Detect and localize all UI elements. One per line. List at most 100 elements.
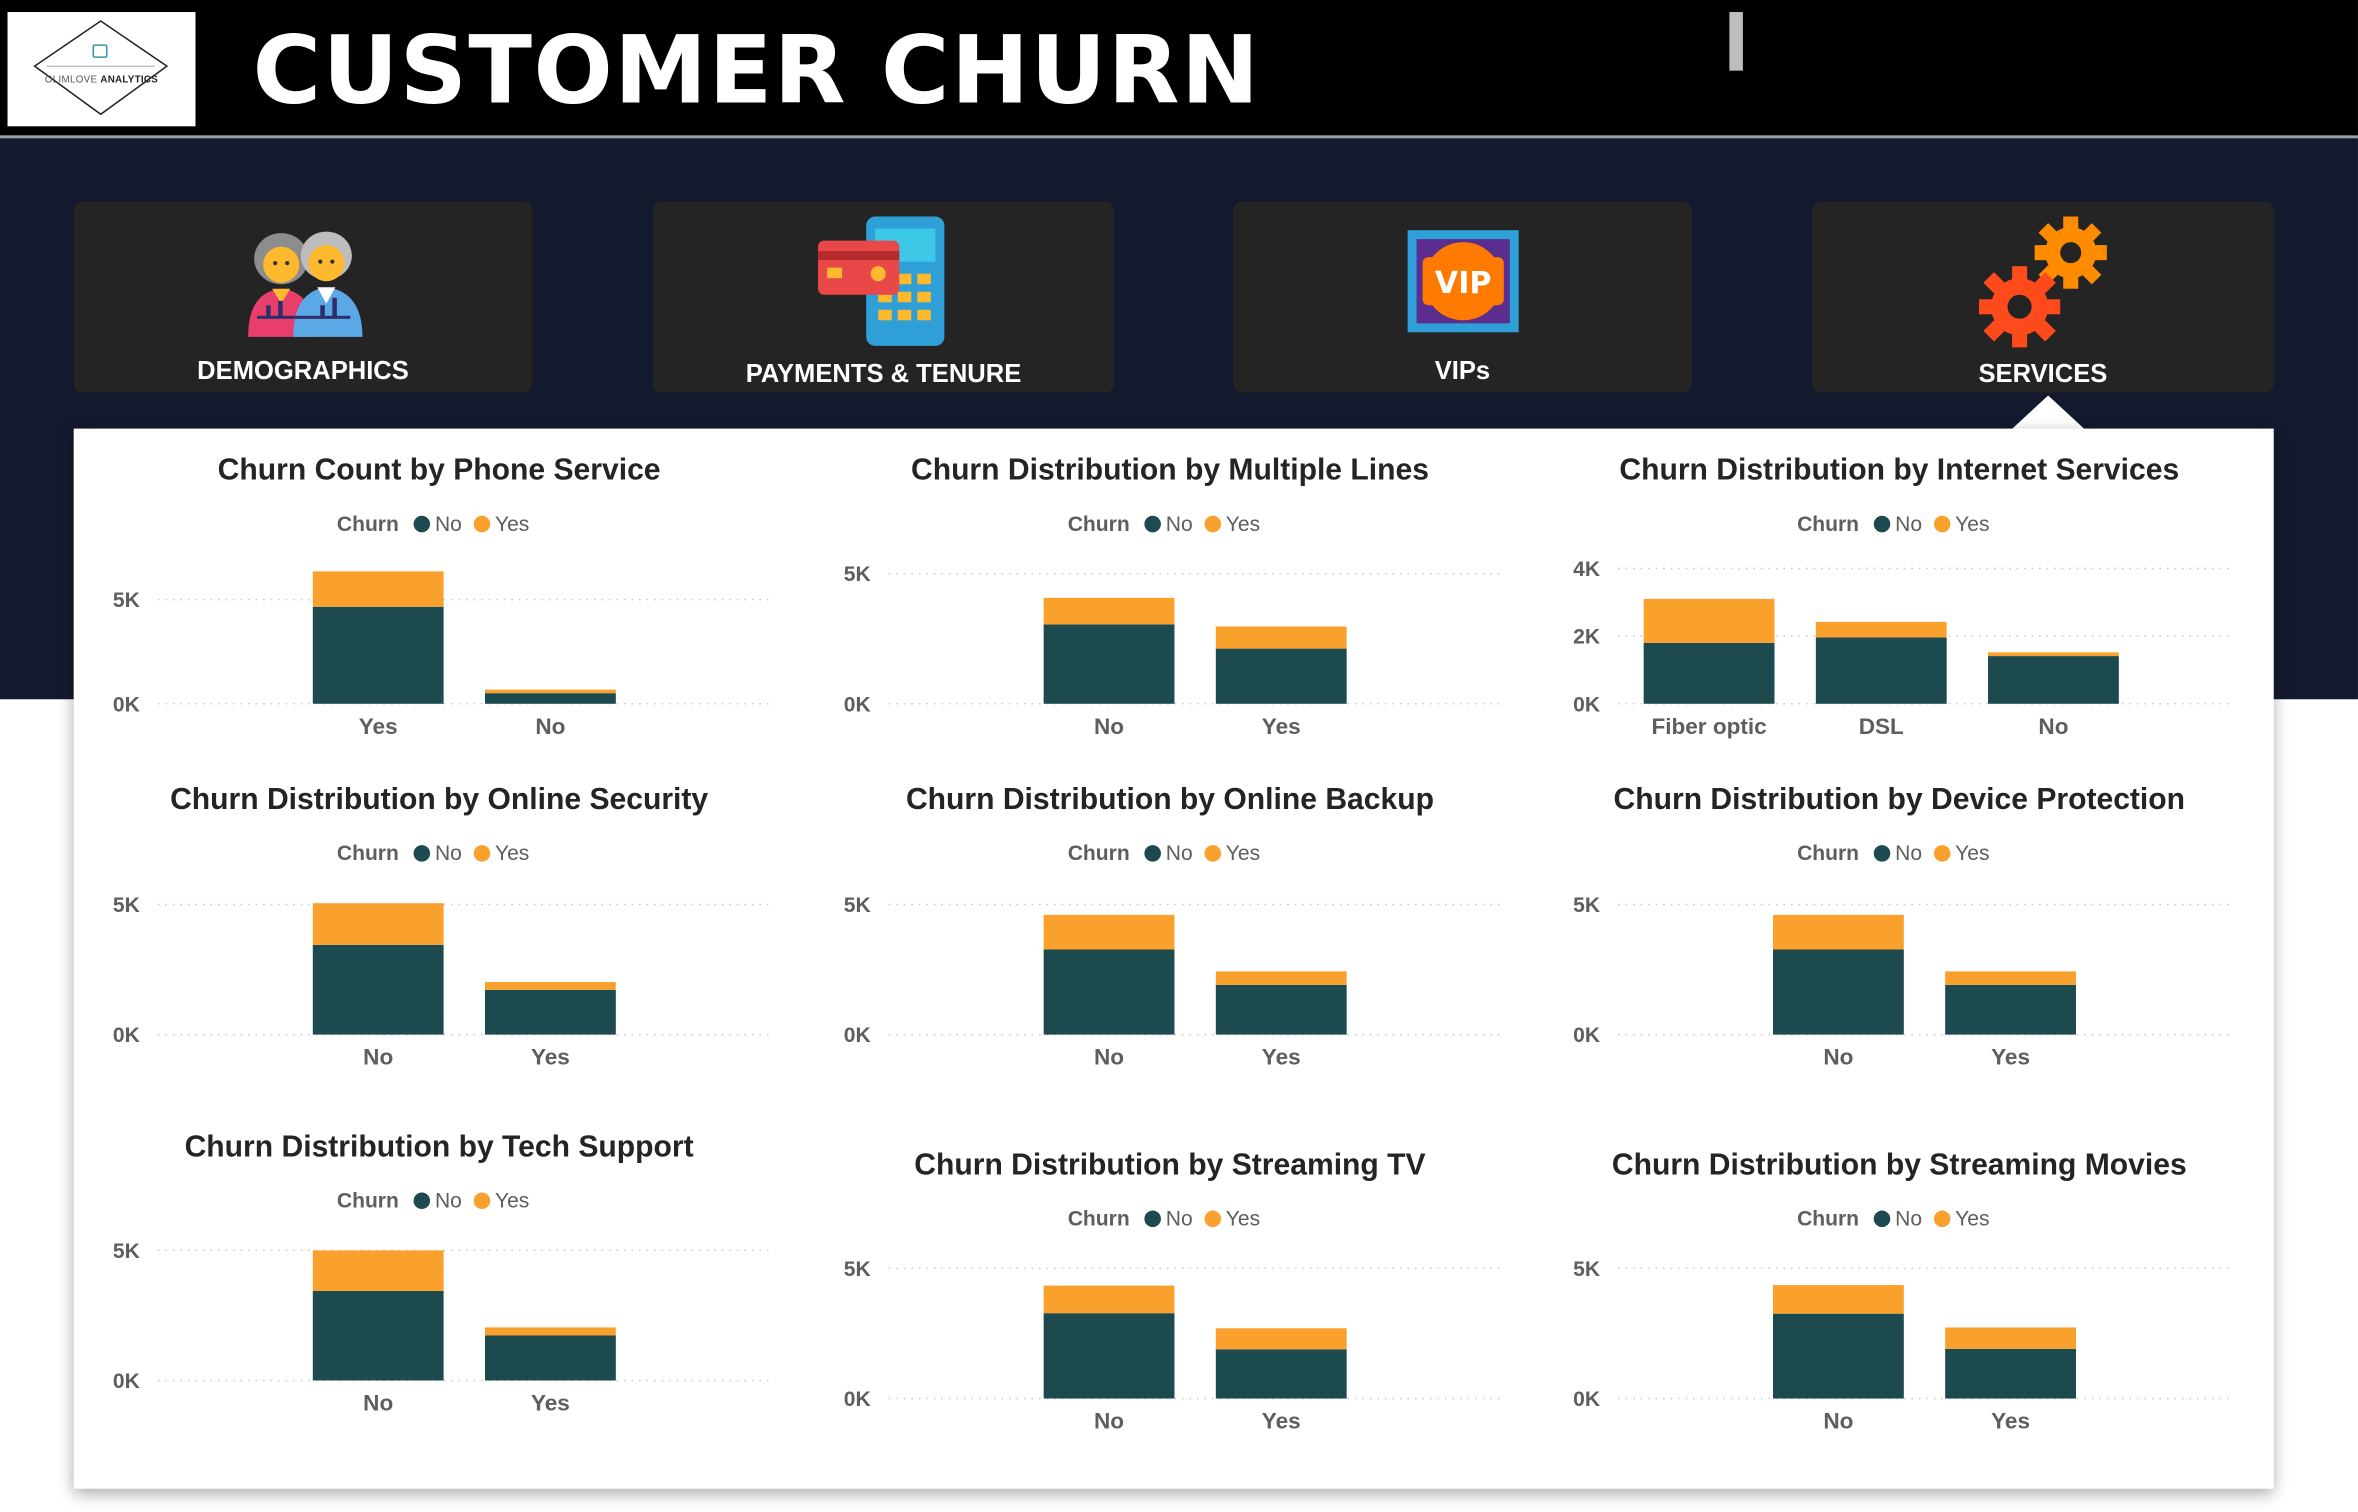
x-category-label: Yes bbox=[1262, 714, 1301, 739]
legend-title: Churn bbox=[336, 1188, 399, 1213]
bar-segment-no[interactable] bbox=[1215, 648, 1347, 704]
bar-segment-no[interactable] bbox=[312, 944, 444, 1035]
chart-plot: 0K 5K No Yes bbox=[844, 894, 1503, 1070]
bar-segment-yes[interactable] bbox=[1043, 597, 1175, 625]
toggle-handle[interactable] bbox=[1729, 12, 1743, 71]
legend-title: Churn bbox=[1797, 511, 1860, 536]
bar-segment-no[interactable] bbox=[312, 1290, 444, 1381]
bar-segment-no[interactable] bbox=[312, 606, 444, 704]
bar-segment-no[interactable] bbox=[1945, 984, 2076, 1035]
bar-segment-yes[interactable] bbox=[1215, 1328, 1347, 1350]
bar-segment-yes[interactable] bbox=[484, 689, 616, 694]
bar-segment-yes[interactable] bbox=[312, 903, 444, 945]
dashboard-canvas: OLIMLOVE ANALYTICS CUSTOMER CHURN DEMOGR… bbox=[0, 0, 2358, 1512]
bar-segment-no[interactable] bbox=[1772, 949, 1904, 1035]
bar-segment-no[interactable] bbox=[484, 693, 616, 704]
bar-segment-no[interactable] bbox=[1043, 949, 1175, 1035]
bar-segment-no[interactable] bbox=[1988, 656, 2119, 704]
chart-legend: Churn No Yes bbox=[805, 1206, 1536, 1230]
bar-segment-no[interactable] bbox=[1215, 984, 1347, 1035]
chart-plot: 0K 5K No Yes bbox=[1573, 894, 2232, 1070]
bar-segment-yes[interactable] bbox=[1945, 971, 2076, 985]
logo-text: OLIMLOVE ANALYTICS bbox=[44, 75, 159, 86]
legend-item-no[interactable]: No bbox=[413, 1188, 462, 1212]
bar-segment-no[interactable] bbox=[1215, 1349, 1347, 1399]
x-category-label: No bbox=[1094, 714, 1124, 739]
legend-title: Churn bbox=[1797, 840, 1860, 865]
bar-segment-yes[interactable] bbox=[1945, 1327, 2076, 1349]
legend-item-no[interactable]: No bbox=[413, 841, 462, 865]
bar-segment-no[interactable] bbox=[484, 989, 616, 1035]
chart-plot: 0K 2K 4K Fiber optic DSL No bbox=[1573, 558, 2232, 739]
nav-tile-label: VIPs bbox=[1434, 356, 1491, 385]
bar-segment-yes[interactable] bbox=[1043, 914, 1175, 950]
y-tick-label: 0K bbox=[1573, 693, 1600, 716]
y-tick-label: 5K bbox=[844, 1258, 871, 1281]
nav-tile-label: DEMOGRAPHICS bbox=[197, 356, 409, 385]
bar-segment-no[interactable] bbox=[1043, 1313, 1175, 1399]
bar-segment-yes[interactable] bbox=[484, 982, 616, 990]
bar-segment-yes[interactable] bbox=[1772, 1285, 1904, 1314]
bar-segment-yes[interactable] bbox=[1215, 971, 1347, 985]
bar-segment-no[interactable] bbox=[1945, 1348, 2076, 1399]
chart-title: Churn Distribution by Device Protection bbox=[1613, 783, 2186, 817]
chart-plot: 0K 5K No Yes bbox=[113, 1240, 772, 1416]
legend-item-yes[interactable]: Yes bbox=[1204, 511, 1260, 535]
chart-legend: Churn No Yes bbox=[1534, 841, 2265, 865]
legend-item-no[interactable]: No bbox=[1874, 1206, 1922, 1230]
company-logo: OLIMLOVE ANALYTICS bbox=[7, 12, 196, 127]
bar-segment-no[interactable] bbox=[484, 1335, 616, 1381]
legend-item-yes[interactable]: Yes bbox=[1934, 1206, 1990, 1230]
bar-segment-yes[interactable] bbox=[484, 1327, 616, 1336]
bar-segment-no[interactable] bbox=[1815, 637, 1947, 704]
legend-item-no[interactable]: No bbox=[413, 511, 462, 535]
bar-segment-yes[interactable] bbox=[1988, 652, 2119, 657]
y-tick-label: 0K bbox=[113, 693, 140, 716]
chart-plot: 0K 5K Yes No bbox=[113, 571, 772, 739]
legend-item-no[interactable]: No bbox=[1874, 511, 1922, 535]
legend-item-yes[interactable]: Yes bbox=[473, 1188, 529, 1212]
x-category-label: Yes bbox=[359, 714, 398, 739]
x-category-label: No bbox=[363, 1391, 393, 1416]
legend-title: Churn bbox=[1797, 1206, 1860, 1231]
x-category-label: No bbox=[363, 1045, 393, 1070]
bar-segment-yes[interactable] bbox=[312, 571, 444, 607]
bar-segment-no[interactable] bbox=[1643, 642, 1775, 704]
nav-tile-services[interactable]: SERVICES bbox=[1812, 201, 2274, 393]
legend-item-yes[interactable]: Yes bbox=[1204, 1206, 1260, 1230]
y-tick-label: 0K bbox=[844, 1024, 871, 1047]
legend-item-yes[interactable]: Yes bbox=[473, 511, 529, 535]
y-tick-label: 0K bbox=[1573, 1388, 1600, 1411]
nav-tile-demographics[interactable]: DEMOGRAPHICS bbox=[73, 201, 533, 393]
bar-segment-yes[interactable] bbox=[1815, 621, 1947, 638]
legend-item-no[interactable]: No bbox=[1144, 841, 1193, 865]
gears-icon bbox=[1979, 216, 2107, 348]
legend-item-no[interactable]: No bbox=[1144, 511, 1193, 535]
legend-item-yes[interactable]: Yes bbox=[1934, 841, 1990, 865]
bar-segment-yes[interactable] bbox=[1772, 914, 1904, 950]
legend-item-no[interactable]: No bbox=[1874, 841, 1922, 865]
bar-segment-yes[interactable] bbox=[1215, 626, 1347, 649]
legend-item-yes[interactable]: Yes bbox=[473, 841, 529, 865]
legend-item-yes[interactable]: Yes bbox=[1934, 511, 1990, 535]
x-category-label: Yes bbox=[531, 1391, 570, 1416]
x-category-label: Yes bbox=[1991, 1045, 2030, 1070]
bar-segment-yes[interactable] bbox=[1643, 598, 1775, 643]
chart-title: Churn Distribution by Online Security bbox=[170, 783, 709, 817]
legend-item-no[interactable]: No bbox=[1144, 1206, 1193, 1230]
chart-legend: Churn No Yes bbox=[74, 841, 805, 865]
bar-segment-no[interactable] bbox=[1772, 1313, 1904, 1399]
bar-segment-no[interactable] bbox=[1043, 624, 1175, 704]
bar-segment-yes[interactable] bbox=[1043, 1285, 1175, 1314]
legend-item-yes[interactable]: Yes bbox=[1204, 841, 1260, 865]
nav-tile-vips[interactable]: VIP VIPs bbox=[1233, 201, 1692, 393]
bar-segment-yes[interactable] bbox=[312, 1250, 444, 1291]
y-tick-label: 5K bbox=[1573, 1258, 1600, 1281]
nav-tile-payments-tenure[interactable]: PAYMENTS & TENURE bbox=[652, 201, 1115, 393]
chart-plot: 0K 5K No Yes bbox=[844, 563, 1503, 739]
x-category-label: Yes bbox=[1991, 1409, 2030, 1434]
legend-title: Churn bbox=[1067, 511, 1130, 536]
legend-title: Churn bbox=[336, 511, 399, 536]
family-icon bbox=[248, 231, 363, 337]
header-bar: OLIMLOVE ANALYTICS CUSTOMER CHURN bbox=[0, 0, 2358, 139]
